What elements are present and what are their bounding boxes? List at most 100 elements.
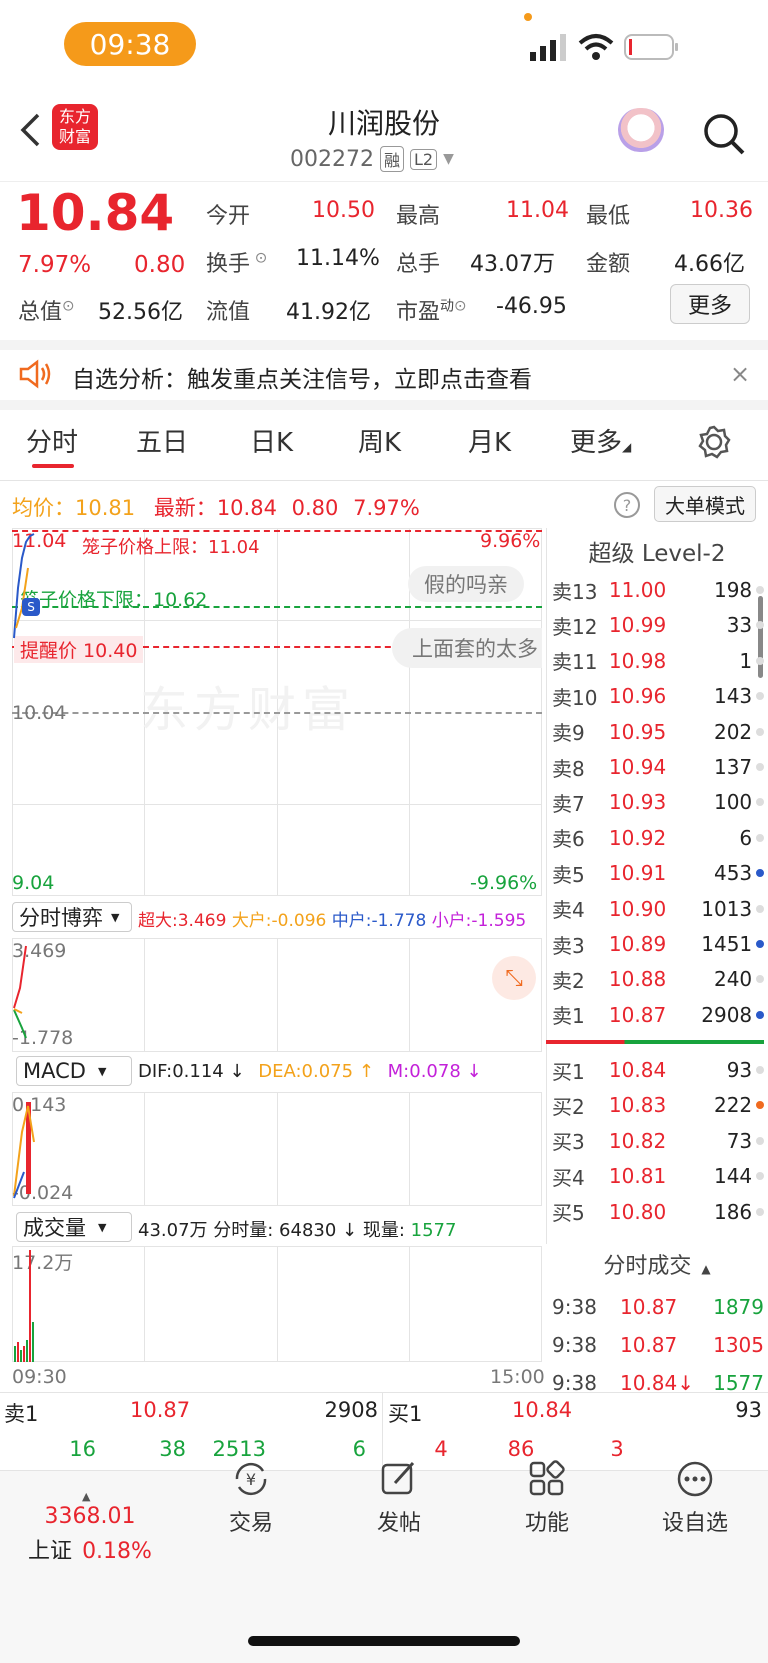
order-level-label: 买1	[552, 1059, 585, 1084]
sell-order-row[interactable]: 卖11 10.98 1	[552, 644, 764, 678]
triangle-down-icon: ▼	[98, 1220, 107, 1234]
tab-more[interactable]: 更多◢	[570, 422, 631, 459]
order-volume: 73	[726, 1128, 753, 1153]
sell-order-row[interactable]: 卖4 10.90 1013	[552, 892, 764, 926]
trade-price: 10.87	[620, 1295, 678, 1319]
search-icon[interactable]	[702, 112, 746, 156]
lower-limit-label: 笼子价格下限：10.62	[20, 589, 208, 611]
buy-order-row[interactable]: 买1 10.84 93	[552, 1053, 764, 1087]
expand-icon[interactable]: ⤡	[492, 956, 536, 1000]
tab-weekly-k[interactable]: 周K	[358, 422, 401, 459]
sell-order-row[interactable]: 卖6 10.92 6	[552, 821, 764, 855]
sell-order-row[interactable]: 卖7 10.93 100	[552, 785, 764, 819]
macd-stats: DIF:0.114 ↓ DEA:0.075 ↑ M:0.078 ↓	[138, 1061, 482, 1082]
help-icon[interactable]: ?	[614, 492, 640, 518]
time-pill: 09:38	[64, 22, 196, 66]
speaker-icon	[19, 359, 51, 389]
buy-order-row[interactable]: 买2 10.83 222	[552, 1088, 764, 1122]
trades-header[interactable]: 分时成交 ▲	[546, 1246, 768, 1282]
s-badge-icon: S	[22, 598, 40, 616]
chart-top-percent: 9.96%	[480, 530, 541, 552]
home-indicator	[248, 1636, 520, 1646]
sell-order-row[interactable]: 卖3 10.89 1451	[552, 927, 764, 961]
svg-text:¥: ¥	[246, 1470, 256, 1489]
more-circle-icon	[677, 1461, 713, 1497]
order-price: 10.82	[608, 1128, 667, 1153]
comment-bubble[interactable]: 上面套的太多	[392, 628, 542, 668]
order-dot-icon	[756, 940, 764, 948]
sell-order-row[interactable]: 卖13 11.00 198	[552, 573, 764, 607]
macd-dropdown[interactable]: MACD ▼	[16, 1056, 132, 1086]
high-label: 最高	[396, 204, 441, 229]
sell-order-row[interactable]: 卖8 10.94 137	[552, 750, 764, 784]
order-volume: 222	[713, 1093, 753, 1118]
order-level-label: 卖2	[552, 968, 585, 993]
tab-active-indicator	[32, 464, 74, 468]
queue-cell: 6	[352, 1437, 366, 1461]
notice-text[interactable]: 自选分析：触发重点关注信号，立即点击查看	[72, 360, 532, 394]
order-level-label: 卖4	[552, 898, 585, 923]
sell-order-row[interactable]: 卖5 10.91 453	[552, 856, 764, 890]
order-price: 10.92	[608, 825, 667, 850]
nav-function[interactable]: 功能	[492, 1460, 602, 1537]
robot-avatar-icon[interactable]	[618, 108, 664, 152]
order-volume: 93	[726, 1058, 753, 1082]
volume-bars	[14, 1250, 34, 1362]
chevron-up-icon: ▲	[701, 1262, 711, 1276]
tab-intraday[interactable]: 分时	[26, 422, 78, 459]
upper-limit-label: 笼子价格上限：11.04	[82, 537, 260, 558]
change-percent: 7.97%	[18, 252, 92, 278]
info-icon: ⊙	[62, 296, 75, 315]
status-bar: 09:38	[0, 0, 768, 90]
queue-sell-label: 卖1	[4, 1402, 39, 1426]
trade-volume: 1879	[713, 1295, 764, 1319]
high-value: 11.04	[506, 198, 569, 223]
order-volume: 453	[713, 861, 753, 886]
tab-daily-k[interactable]: 日K	[250, 422, 293, 459]
turnover-label: 换手 ⊙	[206, 248, 268, 277]
sell-order-row[interactable]: 卖12 10.99 33	[552, 608, 764, 642]
time-start: 09:30	[12, 1366, 67, 1388]
index-widget[interactable]: ▲ 3368.01 上证 0.18%	[20, 1490, 160, 1565]
tab-monthly-k[interactable]: 月K	[468, 422, 511, 459]
sell-order-row[interactable]: 卖10 10.96 143	[552, 679, 764, 713]
nav-post[interactable]: 发帖	[344, 1461, 454, 1537]
order-dot-icon	[756, 586, 764, 594]
order-dot-icon	[756, 621, 764, 630]
order-price: 10.83	[608, 1093, 667, 1118]
sell-order-row[interactable]: 卖2 10.88 240	[552, 962, 764, 996]
macd-bars	[13, 1102, 35, 1199]
more-button[interactable]: 更多	[670, 284, 750, 324]
tab-five-day[interactable]: 五日	[136, 422, 188, 459]
nav-trade[interactable]: ¥ 交易	[196, 1462, 306, 1537]
trade-volume: 1305	[713, 1333, 764, 1357]
sell-order-row[interactable]: 卖1 10.87 2908	[552, 998, 764, 1032]
order-price: 10.88	[608, 967, 667, 992]
close-icon[interactable]: ×	[730, 360, 750, 388]
volume-dropdown[interactable]: 成交量 ▼	[16, 1212, 132, 1242]
pe-value: -46.95	[496, 294, 567, 319]
mktcap-value: 52.56亿	[98, 300, 183, 325]
turnover-value: 11.14%	[296, 246, 380, 271]
chart-mid-price: 10.04	[12, 702, 67, 724]
order-level-label: 卖6	[552, 827, 585, 852]
buy-order-row[interactable]: 买5 10.80 186	[552, 1195, 764, 1229]
buy-order-row[interactable]: 买3 10.82 73	[552, 1124, 764, 1158]
sell-order-row[interactable]: 卖9 10.95 202	[552, 715, 764, 749]
order-level-label: 卖1	[552, 1004, 585, 1029]
battery-icon	[624, 34, 678, 60]
gear-icon[interactable]	[696, 424, 732, 460]
buy-order-row[interactable]: 买4 10.81 144	[552, 1159, 764, 1193]
big-order-button[interactable]: 大单模式	[654, 486, 756, 522]
stock-code-line[interactable]: 002272 融 L2 ▼	[290, 146, 454, 172]
order-price: 10.95	[608, 719, 667, 744]
game-dropdown[interactable]: 分时博弈 ▼	[12, 902, 132, 932]
order-volume: 198	[713, 578, 753, 602]
comment-bubble[interactable]: 假的吗亲	[408, 566, 524, 602]
queue-buy-vol: 93	[735, 1398, 762, 1422]
order-price: 10.91	[608, 861, 667, 886]
level2-title[interactable]: 超级 Level-2	[546, 534, 768, 568]
nav-add-watchlist[interactable]: 设自选	[640, 1461, 750, 1537]
order-price: 10.93	[608, 790, 667, 815]
latest-price: 10.84	[216, 496, 277, 520]
